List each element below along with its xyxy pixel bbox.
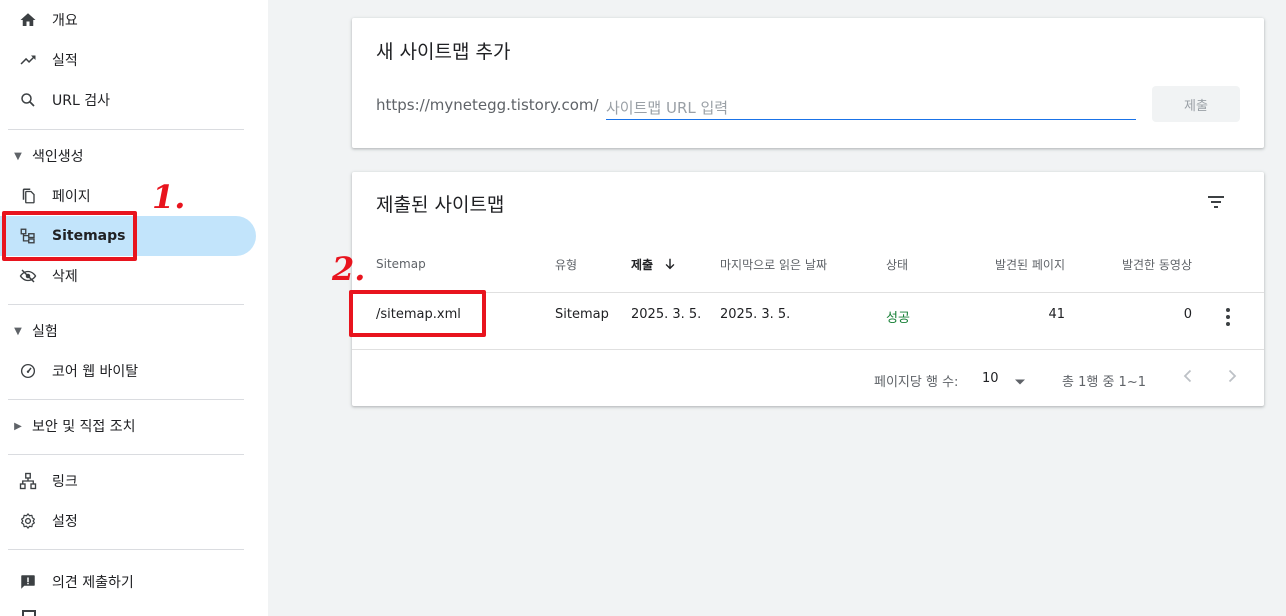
dropdown-arrow-icon [1014, 373, 1026, 392]
section-indexing[interactable]: ▼ 색인생성 [0, 136, 256, 176]
rows-per-page-value: 10 [982, 371, 999, 386]
annotation-label-2: 2. [332, 250, 366, 288]
nav-core-web-vitals-label: 코어 웹 바이탈 [52, 364, 139, 380]
nav-links[interactable]: 링크 [0, 461, 256, 501]
caret-down-icon: ▼ [14, 150, 22, 162]
filter-icon[interactable] [1204, 190, 1228, 214]
sidebar-divider [8, 454, 244, 455]
annotation-label-1: 1. [152, 178, 186, 216]
add-sitemap-card: 새 사이트맵 추가 https://mynetegg.tistory.com/ … [352, 18, 1264, 148]
col-discovered-pages[interactable]: 발견된 페이지 [982, 256, 1065, 273]
col-type[interactable]: 유형 [555, 256, 577, 273]
add-sitemap-title: 새 사이트맵 추가 [376, 41, 511, 63]
rows-per-page-label: 페이지당 행 수: [874, 375, 959, 390]
pages-icon [18, 186, 38, 206]
section-experiments[interactable]: ▼ 실험 [0, 311, 256, 351]
eye-off-icon [18, 266, 38, 286]
nav-settings-label: 설정 [52, 514, 78, 530]
sidebar-divider [8, 399, 244, 400]
section-experiments-title: 실험 [32, 324, 58, 340]
nav-pages[interactable]: 페이지 [0, 176, 256, 216]
sitemap-url-input[interactable] [606, 98, 1136, 120]
submit-button[interactable]: 제출 [1152, 86, 1240, 122]
nav-feedback-label: 의견 제출하기 [52, 575, 134, 591]
col-status[interactable]: 상태 [886, 256, 908, 273]
cell-videos: 0 [1183, 307, 1192, 322]
nav-performance[interactable]: 실적 [0, 40, 256, 80]
col-submitted-label: 제출 [631, 258, 654, 272]
section-security[interactable]: ▶ 보안 및 직접 조치 [0, 406, 256, 446]
arrow-down-icon [663, 257, 677, 274]
nav-overview[interactable]: 개요 [0, 0, 256, 40]
partial-icon [22, 610, 36, 616]
nav-removals[interactable]: 삭제 [0, 256, 256, 296]
nav-url-inspection[interactable]: URL 검사 [0, 80, 256, 120]
col-discovered-videos[interactable]: 발견한 동영상 [1102, 256, 1192, 273]
nav-removals-label: 삭제 [52, 269, 78, 285]
cell-type: Sitemap [555, 307, 609, 322]
caret-down-icon: ▼ [14, 325, 22, 337]
section-indexing-title: 색인생성 [32, 149, 84, 165]
nav-links-label: 링크 [52, 474, 78, 490]
cell-pages: 41 [1048, 307, 1065, 322]
section-security-title: 보안 및 직접 조치 [32, 419, 136, 435]
sitemap-url-prefix: https://mynetegg.tistory.com/ [376, 96, 599, 114]
rows-per-page-select[interactable]: 10 [982, 369, 1030, 389]
cell-last-read: 2025. 3. 5. [720, 307, 791, 322]
submitted-sitemaps-title: 제출된 사이트맵 [376, 194, 505, 216]
nav-overview-label: 개요 [52, 13, 78, 29]
nav-performance-label: 실적 [52, 53, 78, 69]
sidebar-divider [8, 549, 244, 550]
cell-submitted: 2025. 3. 5. [631, 307, 702, 322]
search-icon [18, 90, 38, 110]
nav-core-web-vitals[interactable]: 코어 웹 바이탈 [0, 351, 256, 391]
nav-url-inspection-label: URL 검사 [52, 93, 110, 109]
col-last-read[interactable]: 마지막으로 읽은 날짜 [720, 256, 827, 273]
annotation-box-sitemaps [2, 211, 137, 261]
submitted-sitemaps-card: 제출된 사이트맵 Sitemap 유형 제출 마지막으로 읽은 날짜 상태 발견… [352, 172, 1264, 406]
links-icon [18, 471, 38, 491]
chevron-left-icon[interactable] [1178, 366, 1198, 386]
chevron-right-icon[interactable] [1222, 366, 1242, 386]
pagination-range: 총 1행 중 1~1 [1062, 375, 1146, 390]
table-row[interactable]: /sitemap.xml Sitemap 2025. 3. 5. 2025. 3… [352, 293, 1264, 349]
row-divider [352, 349, 1264, 350]
speedometer-icon [18, 361, 38, 381]
trending-up-icon [18, 50, 38, 70]
settings-icon [18, 511, 38, 531]
more-vert-icon[interactable] [1216, 305, 1240, 329]
col-sitemap[interactable]: Sitemap [376, 257, 426, 271]
caret-right-icon: ▶ [14, 420, 22, 432]
annotation-box-sitemap-row [349, 290, 486, 337]
home-icon [18, 10, 38, 30]
sidebar: 개요 실적 URL 검사 ▼ 색인생성 페이지 Sitemaps 삭제 ▼ 실험… [0, 0, 268, 616]
nav-pages-label: 페이지 [52, 189, 91, 205]
nav-feedback[interactable]: 의견 제출하기 [0, 562, 256, 602]
sidebar-divider [8, 129, 244, 130]
col-submitted[interactable]: 제출 [631, 256, 677, 274]
nav-settings[interactable]: 설정 [0, 501, 256, 541]
feedback-icon [18, 572, 38, 592]
sidebar-divider [8, 304, 244, 305]
cell-status: 성공 [886, 311, 910, 326]
